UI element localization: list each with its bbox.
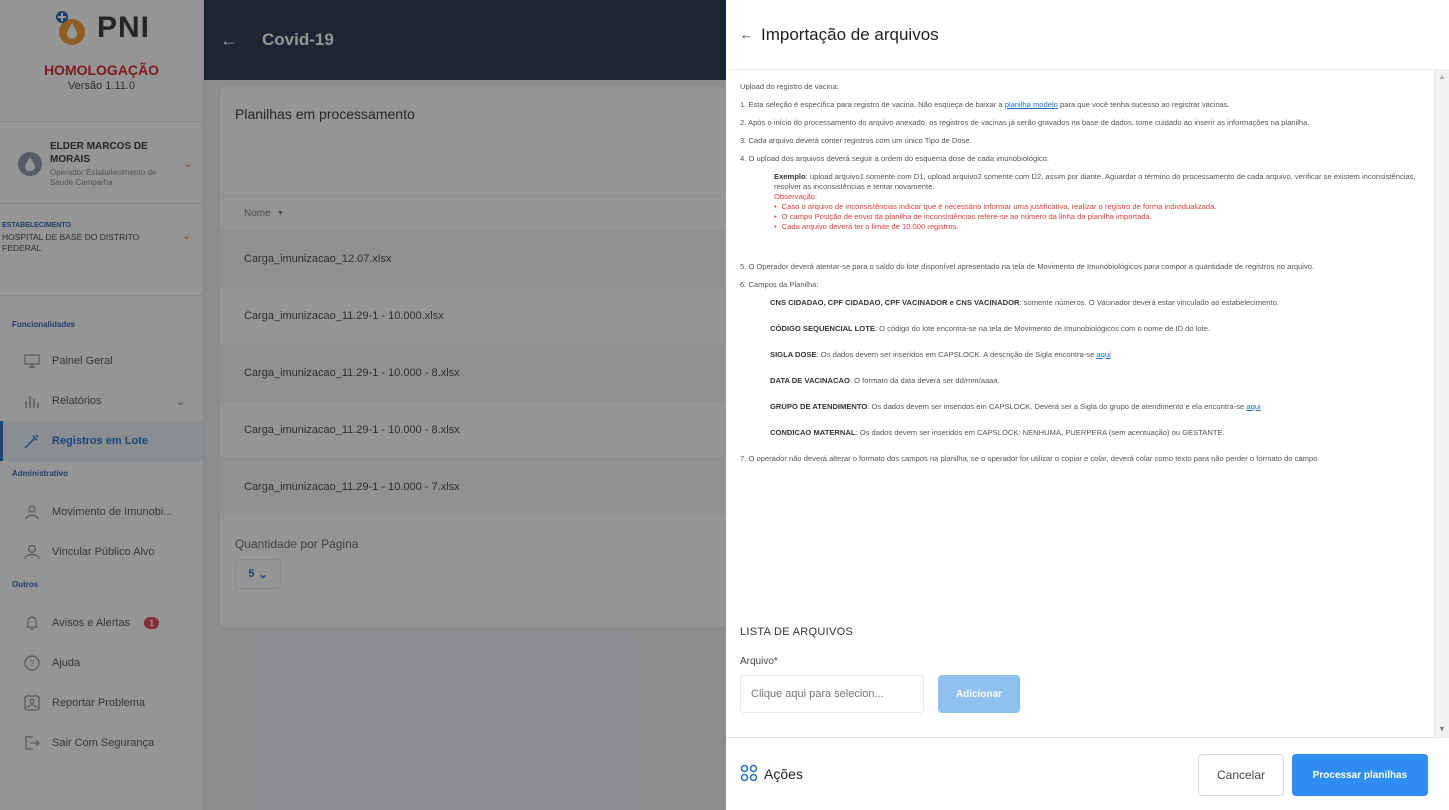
field-dose: SIGLA DOSE: Os dados devem ser inseridos… (770, 350, 1111, 359)
observation-list: Caso o arquivo de inconsistências indica… (740, 202, 1422, 232)
instruction-2: 2. Após o início do processamento do arq… (740, 118, 1310, 127)
grid-icon (740, 764, 758, 785)
grupo-link[interactable]: aqui (1246, 402, 1260, 411)
upload-heading: Upload do registro de vacina: (740, 82, 839, 91)
field-lote: CÓDIGO SEQUENCIAL LOTE: O código do lote… (770, 324, 1211, 333)
observation-item: Caso o arquivo de inconsistências indica… (774, 202, 1422, 212)
file-label: Arquivo* (740, 656, 778, 667)
field-grupo: GRUPO DE ATENDIMENTO: Os dados devem ser… (770, 402, 1261, 411)
file-picker-input[interactable] (740, 675, 924, 713)
field-data: DATA DE VACINACAO: O formato da data dev… (770, 376, 1000, 385)
process-spreadsheets-button[interactable]: Processar planilhas (1292, 754, 1428, 796)
dose-link[interactable]: aqui (1096, 350, 1110, 359)
panel-title: Importação de arquivos (761, 24, 939, 44)
instructions: Upload do registro de vacina: 1. Esta se… (726, 70, 1434, 737)
instruction-6: 6. Campos da Planilha: (740, 280, 819, 289)
scrollbar[interactable]: ▲ ▼ (1434, 70, 1449, 737)
observation-item: O campo Posição de envio da planilha de … (774, 212, 1422, 222)
back-arrow-icon[interactable]: ← (740, 27, 753, 42)
field-condicao: CONDICAO MATERNAL: Os dados devem ser in… (770, 428, 1225, 437)
scroll-up-icon[interactable]: ▲ (1435, 74, 1449, 81)
example-text: Exemplo: upload arquivo1 somente com D1,… (774, 172, 1416, 191)
panel-footer: Ações Cancelar Processar planilhas (726, 737, 1449, 810)
cancel-button[interactable]: Cancelar (1198, 754, 1284, 796)
file-list-section: LISTA DE ARQUIVOS Arquivo* Adicionar (740, 626, 1020, 713)
field-cns: CNS CIDADAO, CPF CIDADAO, CPF VACINADOR … (770, 298, 1279, 307)
observation-title: Observação: (774, 192, 818, 201)
import-panel: ← Importação de arquivos Upload do regis… (726, 0, 1449, 810)
instruction-1: 1. Esta seleção é específica para regist… (740, 100, 1230, 109)
instruction-5: 5. O Operador deverá atentar-se para o s… (740, 262, 1315, 271)
instruction-3: 3. Cada arquivo deverá conter registros … (740, 136, 972, 145)
actions-text: Ações (764, 766, 803, 782)
modal-backdrop[interactable] (0, 0, 726, 810)
instruction-4: 4. O upload dos arquivos deverá seguir a… (740, 154, 1050, 163)
actions-label: Ações (740, 764, 803, 785)
template-link[interactable]: planilha modelo (1005, 100, 1058, 109)
add-file-button[interactable]: Adicionar (938, 675, 1020, 713)
instruction-7: 7. O operador não deverá alterar o forma… (740, 454, 1320, 463)
file-list-title: LISTA DE ARQUIVOS (740, 626, 854, 638)
scroll-down-icon[interactable]: ▼ (1435, 726, 1449, 733)
observation-item: Cada arquivo deverá ter o limite de 10.0… (774, 222, 1422, 232)
panel-header: ← Importação de arquivos (726, 0, 1449, 70)
